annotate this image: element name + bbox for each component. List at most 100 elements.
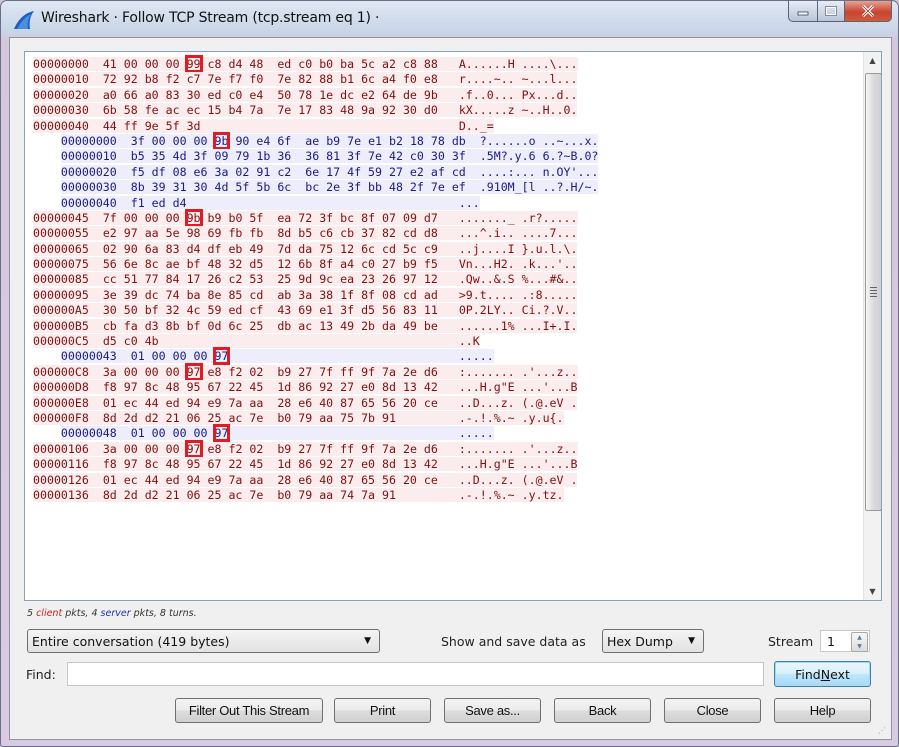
show-as-select-value: Hex Dump (607, 633, 673, 649)
client-data-line: 00000085 cc 51 77 84 17 26 c2 53 25 9d 9… (33, 272, 598, 287)
chevron-down-icon: ▼ (688, 636, 695, 646)
line-offset: 000000A5 (33, 303, 89, 318)
find-next-label-rest: ext (830, 666, 850, 682)
server-packet-count: 4 (91, 608, 98, 619)
stats-turns: pkts, 8 turns. (133, 608, 197, 619)
client-data-line: 00000030 6b 58 fe ac ec 15 b4 7a 7e 17 8… (33, 103, 598, 118)
server-data-line: 00000048 01 00 00 00 97 ..... (33, 424, 598, 443)
line-offset: 00000030 (33, 103, 89, 118)
hex-bytes: f8 97 8c 48 95 67 22 45 1d 86 92 27 e0 8… (102, 457, 438, 472)
find-next-mnemonic: N (820, 666, 831, 682)
save-as-button[interactable]: Save as... (444, 698, 541, 723)
vertical-scrollbar[interactable]: ▲ ▼ (863, 52, 881, 600)
ascii-text: ......1% ...I+.I. (458, 318, 578, 333)
wireshark-fin-icon (14, 11, 34, 29)
filter-out-stream-button[interactable]: Filter Out This Stream (175, 698, 323, 723)
find-input[interactable] (67, 662, 764, 686)
hex-bytes: f1 ed d4 (130, 195, 187, 210)
maximize-button[interactable] (818, 1, 845, 22)
line-offset: 00000085 (33, 272, 89, 287)
line-offset: 00000010 (60, 149, 117, 164)
find-next-button[interactable]: Find Next (774, 661, 871, 687)
line-offset: 000000F8 (33, 410, 89, 425)
hex-bytes: 8d 2d d2 21 06 25 ac 7e b0 79 aa 75 7b 9… (102, 410, 396, 425)
line-offset: 00000136 (33, 487, 89, 502)
hex-bytes: f5 df 08 e6 3a 02 91 c2 6e 17 4f 59 27 e… (130, 164, 466, 179)
line-offset: 00000045 (33, 210, 89, 225)
server-data-line: 00000030 8b 39 31 30 4d 5f 5b 6c bc 2e 3… (33, 180, 599, 195)
spin-up-icon[interactable]: ▲ (852, 633, 867, 642)
client-data-line: 000000E8 01 ec 44 ed 94 e9 7a aa 28 e6 4… (33, 395, 598, 411)
scrollbar-thumb[interactable] (865, 73, 881, 511)
stream-number-spinbox[interactable]: 1 ▲ ▼ (820, 630, 870, 652)
ascii-text: ..... (458, 426, 494, 441)
show-as-select[interactable]: Hex Dump ▼ (602, 629, 704, 653)
hex-bytes: 7f 00 00 00 (102, 210, 187, 225)
client-data-line: 00000136 8d 2d d2 21 06 25 ac 7e b0 79 a… (33, 487, 598, 503)
line-offset: 00000020 (60, 164, 117, 179)
line-offset: 00000000 (33, 57, 89, 71)
line-offset: 00000020 (33, 87, 89, 102)
stats-text: pkts, (65, 608, 89, 619)
highlighted-byte: 97 (184, 439, 203, 458)
scroll-down-arrow-icon[interactable]: ▼ (864, 583, 881, 600)
hex-bytes: 3f 00 00 00 (130, 133, 215, 148)
ascii-text: ..D...z. (.@.eV . (458, 472, 578, 487)
server-data-line: 00000010 b5 35 4d 3f 09 79 1b 36 36 81 3… (33, 149, 599, 164)
hex-bytes: 01 ec 44 ed 94 e9 7a aa 28 e6 40 87 65 5… (102, 395, 438, 410)
line-offset: 00000126 (33, 472, 89, 487)
highlighted-byte: 9b (212, 131, 231, 150)
hex-bytes: 56 6e 8c ae bf 48 32 d5 12 6b 8f a4 c0 2… (102, 257, 438, 272)
follow-tcp-stream-window: Wireshark · Follow TCP Stream (tcp.strea… (0, 0, 899, 747)
ascii-text: ..... (458, 349, 494, 364)
hex-bytes: 90 e4 6f ae b9 7e e1 b2 18 78 db (228, 133, 466, 148)
line-offset: 00000095 (33, 287, 89, 302)
hex-bytes: cb fa d3 8b bf 0d 6c 25 db ac 13 49 2b d… (102, 318, 438, 333)
ascii-text: .f..0... Px...d.. (458, 87, 578, 102)
client-data-line: 00000045 7f 00 00 00 9b b9 b0 5f ea 72 3… (33, 208, 598, 227)
back-button[interactable]: Back (554, 698, 651, 723)
client-data-line: 00000065 02 90 6a 83 d4 df eb 49 7d da 7… (33, 241, 598, 257)
client-data-line: 00000010 72 92 b8 f2 c7 7e f7 f0 7e 82 8… (33, 72, 598, 87)
conversation-select-value: Entire conversation (419 bytes) (32, 633, 230, 649)
hex-bytes: 3a 00 00 00 (102, 364, 187, 379)
client-data-line: 000000C5 d5 c0 4b ..K (33, 334, 598, 349)
ascii-text: >9.t.... .:8..... (458, 287, 578, 302)
ascii-text: A......H ....\... (458, 57, 578, 71)
ascii-text: .-.!.%.~ .y.u{. (458, 410, 564, 425)
resize-grip-icon[interactable]: ⋰ (878, 726, 888, 736)
find-next-label: Find (795, 666, 821, 682)
spin-down-icon[interactable]: ▼ (852, 642, 867, 651)
close-button[interactable]: Close (664, 698, 761, 723)
hex-bytes: 02 90 6a 83 d4 df eb 49 7d da 75 12 6c c… (102, 241, 438, 256)
title-bar[interactable]: Wireshark · Follow TCP Stream (tcp.strea… (1, 1, 898, 37)
help-button[interactable]: Help (774, 698, 871, 723)
client-data-line: 00000116 f8 97 8c 48 95 67 22 45 1d 86 9… (33, 457, 598, 472)
hex-bytes: b5 35 4d 3f 09 79 1b 36 36 81 3f 7e 42 c… (130, 149, 466, 164)
stream-content-view[interactable]: 00000000 41 00 00 00 99 c8 d4 48 ed c0 b… (24, 51, 882, 601)
line-offset: 00000000 (60, 133, 117, 148)
line-offset: 00000010 (33, 72, 89, 87)
ascii-text: r....~.. ~...l... (458, 72, 578, 87)
hex-bytes: e2 97 aa 5e 98 69 fb fb 8d b5 c6 cb 37 8… (102, 226, 438, 241)
line-offset: 000000B5 (33, 318, 89, 333)
hex-bytes: b9 b0 5f ea 72 3f bc 8f 07 09 d7 (200, 210, 438, 225)
line-offset: 00000106 (33, 441, 89, 456)
minimize-button[interactable] (788, 1, 818, 22)
ascii-text: ..D...z. (.@.eV . (458, 395, 578, 410)
client-data-line: 00000000 41 00 00 00 99 c8 d4 48 ed c0 b… (33, 55, 598, 73)
conversation-select[interactable]: Entire conversation (419 bytes) ▼ (27, 629, 380, 653)
client-label: client (36, 608, 63, 619)
client-data-line: 000000B5 cb fa d3 8b bf 0d 6c 25 db ac 1… (33, 318, 598, 334)
hex-bytes: a0 66 a0 83 30 ed c0 e4 50 78 1e dc e2 6… (102, 87, 438, 102)
scroll-up-arrow-icon[interactable]: ▲ (864, 52, 881, 69)
client-data-line: 00000055 e2 97 aa 5e 98 69 fb fb 8d b5 c… (33, 226, 598, 241)
ascii-text: ......._ .r?..... (458, 210, 578, 225)
ascii-text: 0P.2LY.. Ci.?.V.. (458, 303, 578, 318)
print-button[interactable]: Print (334, 698, 431, 723)
ascii-text: ...H.g"E ...'...B (458, 457, 578, 472)
ascii-text: ?......o ..~...x. (479, 133, 599, 148)
ascii-text: ... (458, 195, 480, 210)
ascii-text: ..j....I }.u.l.\. (458, 241, 578, 256)
close-window-button[interactable] (845, 1, 892, 22)
